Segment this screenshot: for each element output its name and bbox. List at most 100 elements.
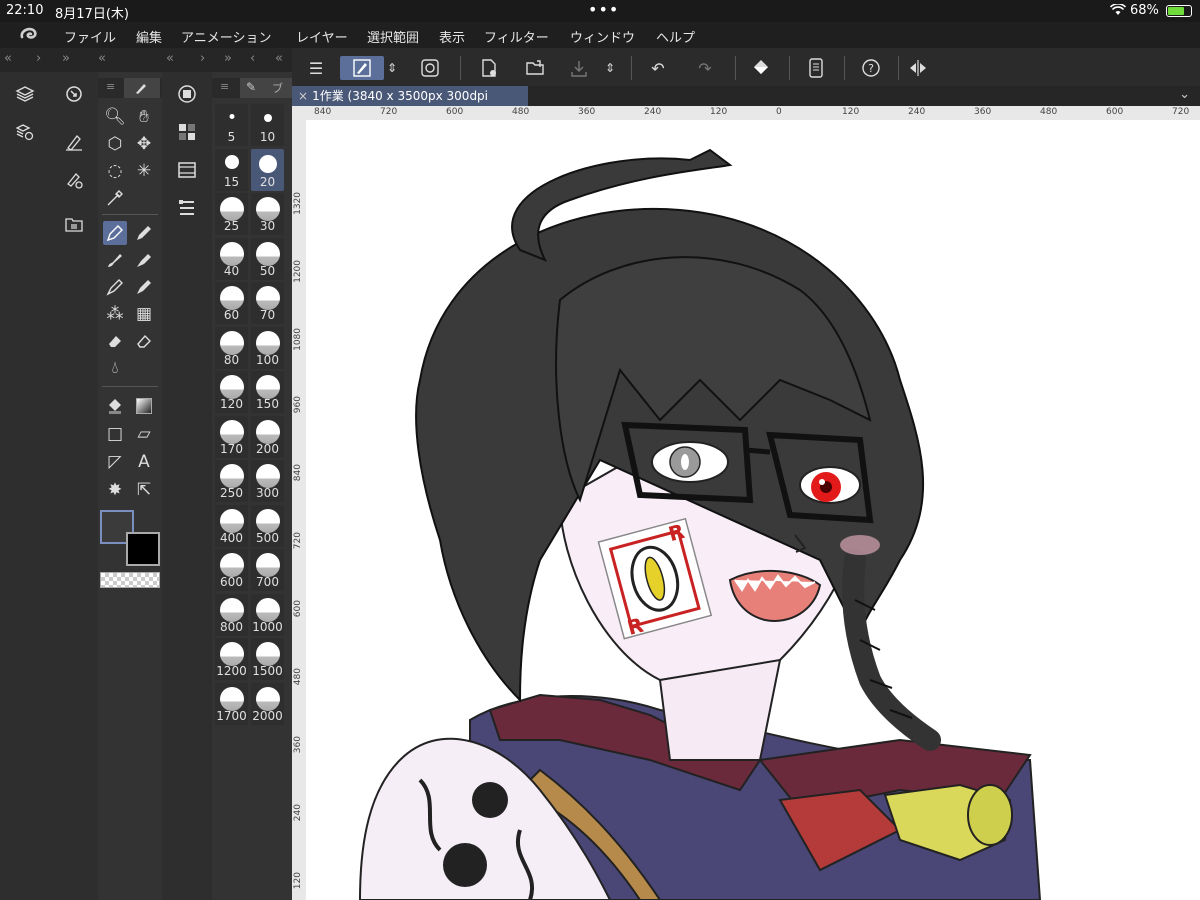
brush-size-tab[interactable]: ✎ ブ — [240, 78, 292, 98]
soft-eraser-icon[interactable] — [132, 329, 156, 353]
menu-help[interactable]: ヘルプ — [656, 27, 695, 46]
fill-bucket-icon[interactable] — [747, 56, 775, 80]
sub-view-icon[interactable] — [175, 196, 199, 220]
tool-property-icon[interactable] — [62, 130, 86, 154]
panel-menu-icon[interactable]: ≡ — [106, 80, 115, 93]
navigator-icon[interactable] — [62, 82, 86, 106]
undo-icon[interactable]: ↶ — [644, 56, 672, 80]
expand-right-icon[interactable]: › — [200, 51, 205, 66]
timeline-icon[interactable] — [175, 158, 199, 182]
airbrush-tool-icon[interactable] — [132, 248, 156, 272]
color-circle-icon[interactable] — [175, 82, 199, 106]
balloon-tool-icon[interactable]: ✸ — [103, 478, 127, 502]
open-folder-icon[interactable] — [522, 56, 550, 80]
save-icon[interactable] — [565, 56, 593, 80]
brush-size-5[interactable]: 5 — [215, 104, 248, 146]
help-icon[interactable]: ? — [857, 56, 885, 80]
decoration-tool-icon[interactable] — [103, 275, 127, 299]
brush-size-400[interactable]: 400 — [215, 504, 248, 547]
sub-tool-detail-icon[interactable] — [62, 168, 86, 192]
figure-tool-icon[interactable]: □ — [103, 422, 127, 446]
fill-tool-icon[interactable] — [103, 394, 127, 418]
brush-size-30[interactable]: 30 — [251, 193, 284, 235]
brush-size-120[interactable]: 120 — [215, 371, 248, 413]
ruler-tool-icon[interactable]: ◸ — [103, 450, 127, 474]
color-set-icon[interactable] — [175, 120, 199, 144]
app-logo-icon[interactable] — [18, 25, 40, 45]
correct-line-tool-icon[interactable]: ⇱ — [132, 478, 156, 502]
text-tool-icon[interactable]: A — [132, 450, 156, 474]
menu-selection[interactable]: 選択範囲 — [367, 27, 419, 46]
brush-size-1700[interactable]: 1700 — [215, 682, 248, 725]
edit-mode-icon[interactable] — [340, 56, 384, 80]
expand-right-icon[interactable]: » — [224, 51, 232, 66]
brush-size-2000[interactable]: 2000 — [251, 682, 284, 725]
brush-size-200[interactable]: 200 — [251, 415, 284, 458]
brush-size-40[interactable]: 40 — [215, 237, 248, 280]
expand-right-icon[interactable]: » — [62, 51, 70, 66]
brush-size-170[interactable]: 170 — [215, 415, 248, 458]
close-tab-icon[interactable]: × — [298, 89, 308, 103]
quick-access-icon[interactable] — [416, 56, 444, 80]
brush-size-50[interactable]: 50 — [251, 237, 284, 280]
brush-size-500[interactable]: 500 — [251, 504, 284, 547]
menu-filter[interactable]: フィルター — [484, 27, 549, 46]
blend-tool-icon[interactable] — [132, 275, 156, 299]
menu-layer[interactable]: レイヤー — [296, 27, 348, 46]
menu-view[interactable]: 表示 — [439, 27, 465, 46]
brush-size-800[interactable]: 800 — [215, 593, 248, 636]
collapse-left-icon[interactable]: « — [275, 51, 283, 66]
chevron-down-icon[interactable]: ⌄ — [1179, 87, 1190, 102]
brush-size-600[interactable]: 600 — [215, 549, 248, 591]
mode-switch-chevrons-icon[interactable]: ⇕ — [384, 56, 400, 80]
menu-edit[interactable]: 編集 — [136, 27, 162, 46]
panel-menu-icon[interactable]: ≡ — [220, 80, 229, 93]
frame-tool-icon[interactable]: ▱ — [132, 422, 156, 446]
tool-tab-active[interactable] — [124, 78, 160, 98]
blend-drops-icon[interactable]: 💧︎ — [103, 356, 127, 380]
brush-size-15[interactable]: 15 — [215, 148, 248, 191]
brush-size-100[interactable]: 100 — [251, 326, 284, 369]
material-icon[interactable] — [62, 212, 86, 236]
collapse-left-icon[interactable]: « — [166, 51, 174, 66]
brush-size-700[interactable]: 700 — [251, 549, 284, 591]
pen-tool-icon[interactable] — [103, 221, 127, 245]
collapse-left-icon[interactable]: ‹ — [250, 51, 255, 66]
flip-horizontal-icon[interactable] — [904, 56, 932, 80]
move-tool-icon[interactable]: ✥ — [132, 132, 156, 156]
sub-color-swatch[interactable] — [126, 532, 160, 566]
magic-wand-icon[interactable]: ✳ — [132, 159, 156, 183]
gradient-tool-icon[interactable] — [132, 394, 156, 418]
collapse-left-icon[interactable]: « — [4, 51, 12, 66]
object-tool-icon[interactable]: ⬡ — [103, 132, 127, 156]
expand-right-icon[interactable]: › — [36, 51, 41, 66]
menu-file[interactable]: ファイル — [64, 27, 116, 46]
smartphone-icon[interactable] — [802, 56, 830, 80]
brush-size-1200[interactable]: 1200 — [215, 638, 248, 680]
layers-icon[interactable] — [13, 82, 37, 106]
canvas-tab[interactable]: ×1作業 (3840 x 3500px 300dpi 98.9%) — [292, 86, 528, 123]
brush-size-1000[interactable]: 1000 — [251, 593, 284, 636]
eyedropper-icon[interactable] — [103, 186, 127, 210]
collapse-left-icon[interactable]: « — [98, 51, 106, 66]
new-file-icon[interactable] — [475, 56, 503, 80]
lasso-tool-icon[interactable]: ◌ — [103, 159, 127, 183]
hand-tool-icon[interactable]: ✋︎ — [132, 105, 156, 129]
spray-tool-icon[interactable]: ⁂ — [103, 302, 127, 326]
brush-size-25[interactable]: 25 — [215, 193, 248, 235]
drawing-canvas[interactable]: R R — [306, 120, 1200, 900]
texture-tool-icon[interactable]: ▦ — [132, 302, 156, 326]
menu-window[interactable]: ウィンドウ — [570, 27, 635, 46]
eraser-tool-icon[interactable] — [103, 329, 127, 353]
brush-size-80[interactable]: 80 — [215, 326, 248, 369]
menu-animation[interactable]: アニメーション — [181, 27, 271, 46]
brush-size-10[interactable]: 10 — [251, 104, 284, 146]
brush-tool-icon[interactable] — [103, 248, 127, 272]
save-options-chevrons-icon[interactable]: ⇕ — [602, 56, 618, 80]
transparent-color-swatch[interactable] — [100, 572, 160, 588]
brush-size-70[interactable]: 70 — [251, 282, 284, 324]
pencil-tool-icon[interactable] — [132, 221, 156, 245]
brush-size-150[interactable]: 150 — [251, 371, 284, 413]
zoom-tool-icon[interactable]: 🔍︎ — [103, 105, 127, 129]
multitask-dots-icon[interactable]: ••• — [588, 0, 619, 19]
